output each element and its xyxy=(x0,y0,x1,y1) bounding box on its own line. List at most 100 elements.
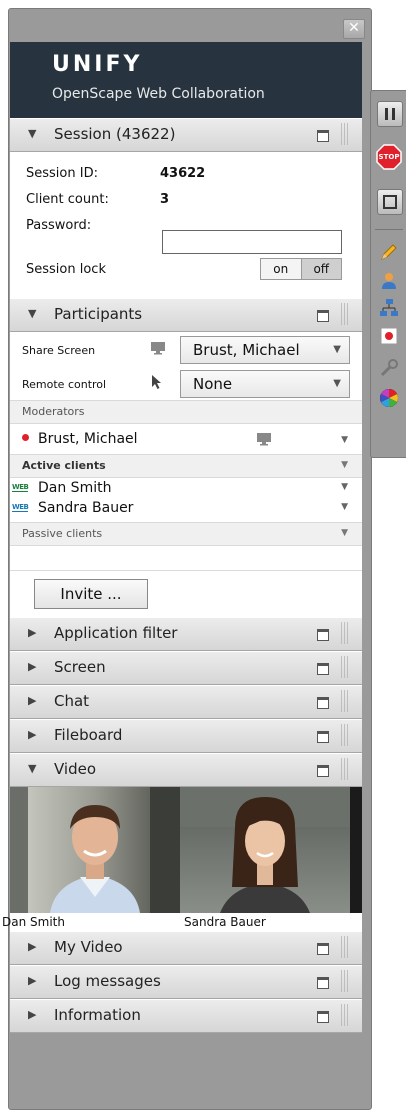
password-field[interactable] xyxy=(162,230,342,254)
lock-on-option[interactable]: on xyxy=(261,259,301,279)
grip-handle[interactable] xyxy=(341,1004,350,1026)
stop-button[interactable]: STOP xyxy=(376,143,402,170)
section-title: Information xyxy=(54,1006,141,1024)
minimize-icon[interactable] xyxy=(317,310,329,322)
grip-handle[interactable] xyxy=(341,303,350,325)
participant-controls: Share Screen Brust, Michael ▼ Remote con… xyxy=(10,332,362,400)
chevron-down-icon[interactable]: ▼ xyxy=(341,502,348,512)
presenter-dot-icon xyxy=(22,434,29,441)
invite-area: Invite ... xyxy=(10,571,362,617)
moderator-name: Brust, Michael xyxy=(38,431,138,447)
session-lock-label: Session lock xyxy=(26,262,106,277)
section-chat-header[interactable]: ▶ Chat xyxy=(10,685,362,719)
chevron-down-icon[interactable]: ▼ xyxy=(341,460,348,470)
video-name-sandra: Sandra Bauer xyxy=(184,915,266,929)
chevron-down-icon[interactable]: ▼ xyxy=(341,482,348,492)
client-name: Dan Smith xyxy=(38,480,112,496)
grip-handle[interactable] xyxy=(341,690,350,712)
section-title: Log messages xyxy=(54,972,161,990)
color-button[interactable] xyxy=(377,387,401,411)
chevron-down-icon[interactable]: ▼ xyxy=(341,435,348,445)
section-fileboard-header[interactable]: ▶ Fileboard xyxy=(10,719,362,753)
session-info: Session ID: 43622 Client count: 3 Passwo… xyxy=(10,152,362,298)
client-count-label: Client count: xyxy=(26,192,109,207)
share-screen-value: Brust, Michael xyxy=(193,341,300,359)
share-screen-label: Share Screen xyxy=(22,344,96,357)
chevron-right-icon: ▶ xyxy=(28,694,37,707)
section-session-header[interactable]: ▼ Session (43622) xyxy=(10,118,362,152)
toolbar-divider xyxy=(375,229,403,230)
minimize-icon[interactable] xyxy=(317,731,329,743)
color-wheel-icon xyxy=(380,389,398,407)
minimize-icon[interactable] xyxy=(317,977,329,989)
section-title: Chat xyxy=(54,692,90,710)
minimize-icon[interactable] xyxy=(317,765,329,777)
pause-button[interactable] xyxy=(377,101,403,127)
video-feed-dan xyxy=(10,787,180,913)
brand-header: UNIFY OpenScape Web Collaboration xyxy=(10,42,362,118)
grip-handle[interactable] xyxy=(341,970,350,992)
client-count-value: 3 xyxy=(160,192,170,207)
minimize-icon[interactable] xyxy=(317,130,329,142)
video-tile-dan[interactable] xyxy=(10,787,180,913)
section-title: Application filter xyxy=(54,624,178,642)
session-lock-toggle[interactable]: on off xyxy=(260,258,342,280)
password-label: Password: xyxy=(26,218,92,233)
section-screen-header[interactable]: ▶ Screen xyxy=(10,651,362,685)
square-button[interactable] xyxy=(377,189,403,215)
pause-icon xyxy=(385,108,395,120)
grip-handle[interactable] xyxy=(341,936,350,958)
minimize-icon[interactable] xyxy=(317,663,329,675)
chevron-down-icon: ▼ xyxy=(28,127,37,140)
passive-clients-label: Passive clients xyxy=(22,527,103,540)
lock-off-option[interactable]: off xyxy=(300,259,341,279)
chevron-down-icon: ▼ xyxy=(333,378,341,389)
section-my-video-header[interactable]: ▶ My Video xyxy=(10,931,362,965)
section-video-header[interactable]: ▼ Video xyxy=(10,753,362,787)
close-button[interactable]: ✕ xyxy=(343,19,365,39)
tools-button[interactable] xyxy=(377,357,401,381)
minimize-icon[interactable] xyxy=(317,697,329,709)
main-panel: UNIFY OpenScape Web Collaboration ▼ Sess… xyxy=(2,42,362,1033)
grip-handle[interactable] xyxy=(341,656,350,678)
chevron-right-icon: ▶ xyxy=(28,626,37,639)
video-tile-sandra[interactable] xyxy=(180,787,350,913)
session-id-value: 43622 xyxy=(160,166,206,181)
chevron-right-icon: ▶ xyxy=(28,1008,37,1021)
web-client-icon: WEB xyxy=(12,503,29,512)
active-clients-label: Active clients xyxy=(22,459,106,472)
grip-handle[interactable] xyxy=(341,622,350,644)
section-application-filter-header[interactable]: ▶ Application filter xyxy=(10,617,362,651)
minimize-icon[interactable] xyxy=(317,943,329,955)
section-information-header[interactable]: ▶ Information xyxy=(10,999,362,1033)
video-grid xyxy=(10,787,362,913)
remote-control-select[interactable]: None ▼ xyxy=(180,370,350,398)
video-feed-sandra xyxy=(180,787,350,913)
side-toolbar: STOP xyxy=(370,90,406,458)
remote-control-label: Remote control xyxy=(22,378,107,391)
share-screen-select[interactable]: Brust, Michael ▼ xyxy=(180,336,350,364)
chevron-down-icon: ▼ xyxy=(333,344,341,355)
record-button[interactable] xyxy=(377,327,401,351)
section-title: Session (43622) xyxy=(54,125,176,143)
minimize-icon[interactable] xyxy=(317,1011,329,1023)
chevron-right-icon: ▶ xyxy=(28,940,37,953)
square-icon xyxy=(383,195,397,209)
list-item[interactable]: WEB Dan Smith ▼ xyxy=(10,478,362,498)
section-participants-header[interactable]: ▼ Participants xyxy=(10,298,362,332)
chevron-down-icon[interactable]: ▼ xyxy=(341,528,348,538)
list-item[interactable]: WEB Sandra Bauer ▼ xyxy=(10,498,362,522)
user-button[interactable] xyxy=(377,271,401,295)
annotate-button[interactable] xyxy=(377,241,401,265)
list-item[interactable]: Brust, Michael ▼ xyxy=(10,424,362,454)
section-log-messages-header[interactable]: ▶ Log messages xyxy=(10,965,362,999)
web-client-icon: WEB xyxy=(12,483,29,492)
grip-handle[interactable] xyxy=(341,758,350,780)
invite-button[interactable]: Invite ... xyxy=(34,579,148,609)
grip-handle[interactable] xyxy=(341,724,350,746)
grip-handle[interactable] xyxy=(341,123,350,145)
network-button[interactable] xyxy=(377,297,401,321)
chevron-right-icon: ▶ xyxy=(28,974,37,987)
minimize-icon[interactable] xyxy=(317,629,329,641)
passive-clients-group: Passive clients ▼ xyxy=(10,522,362,546)
